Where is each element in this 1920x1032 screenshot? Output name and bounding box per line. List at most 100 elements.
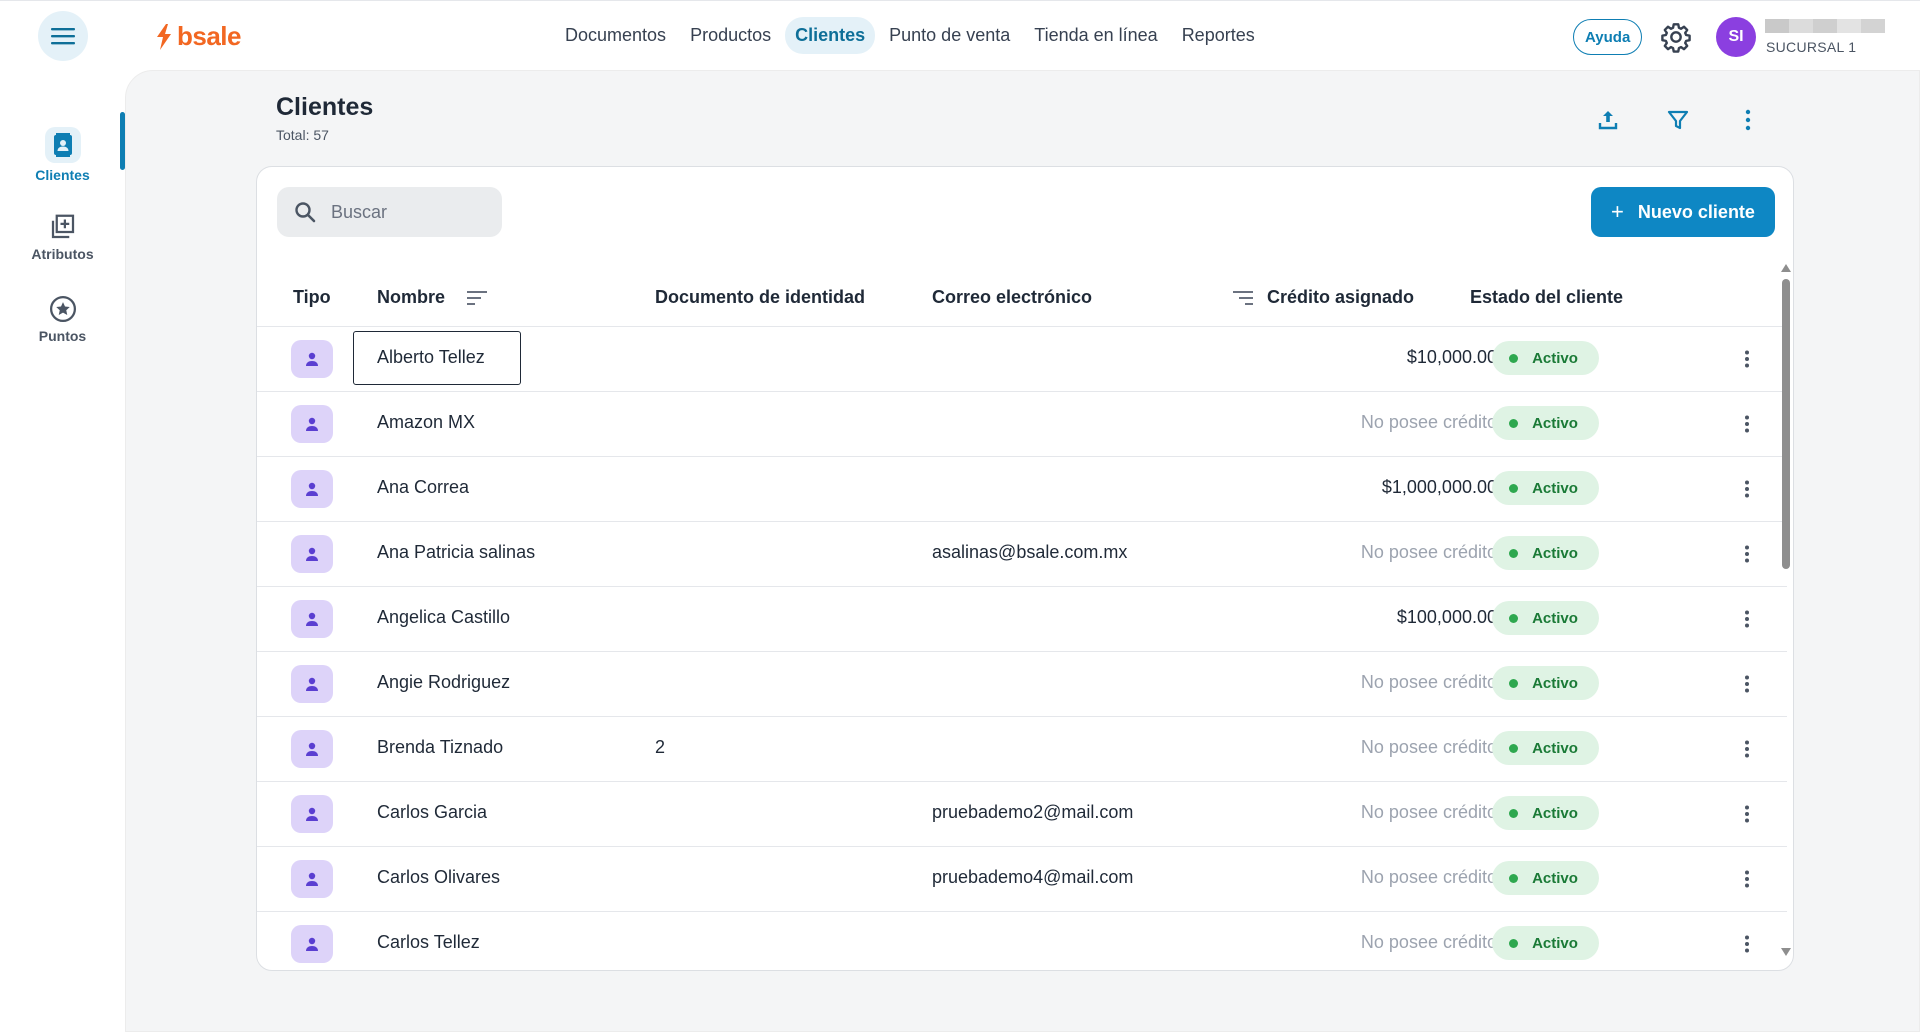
status-text: Activo xyxy=(1532,609,1578,627)
row-menu-button[interactable] xyxy=(1732,604,1762,634)
settings-button[interactable] xyxy=(1660,21,1692,53)
table-row[interactable]: Carlos Tellez No posee crédito Activo xyxy=(257,912,1787,970)
person-type-icon xyxy=(291,795,333,833)
table-row[interactable]: Ana Correa $1,000,000.00 Activo xyxy=(257,457,1787,522)
star-circle-icon xyxy=(49,296,76,322)
status-dot xyxy=(1509,613,1519,623)
status-badge: Activo xyxy=(1492,601,1599,635)
client-credit: No posee crédito xyxy=(1360,672,1497,692)
plus-icon: + xyxy=(1611,199,1624,224)
client-name[interactable]: Amazon MX xyxy=(377,412,475,433)
person-type-icon xyxy=(291,730,333,768)
person-type-icon xyxy=(291,535,333,573)
nav-reportes[interactable]: Reportes xyxy=(1172,17,1265,54)
sort-icon[interactable] xyxy=(465,289,489,307)
col-nombre[interactable]: Nombre xyxy=(377,287,445,308)
scroll-down-icon[interactable] xyxy=(1780,947,1792,957)
sidebar-item-puntos[interactable]: Puntos xyxy=(0,274,125,364)
table-row[interactable]: Carlos Olivares pruebademo4@mail.com No po… xyxy=(257,847,1787,912)
table-row[interactable]: Brenda Tiznado 2 No posee crédito Activo xyxy=(257,717,1787,782)
kebab-menu-icon xyxy=(1745,935,1749,953)
nav-documentos[interactable]: Documentos xyxy=(555,17,676,54)
client-name[interactable]: Ana Patricia salinas xyxy=(377,542,535,563)
table-row[interactable]: Angelica Castillo $100,000.00 Activo xyxy=(257,587,1787,652)
status-badge: Activo xyxy=(1492,666,1599,700)
client-name[interactable]: Brenda Tiznado xyxy=(377,737,503,758)
client-name[interactable]: Carlos Olivares xyxy=(377,867,500,888)
client-name[interactable]: Ana Correa xyxy=(377,477,469,498)
status-text: Activo xyxy=(1532,674,1578,692)
branch-label[interactable]: SUCURSAL 1 xyxy=(1766,39,1856,55)
status-badge: Activo xyxy=(1492,796,1599,830)
client-name[interactable]: Angelica Castillo xyxy=(377,607,510,628)
row-menu-button[interactable] xyxy=(1732,344,1762,374)
client-email: pruebademo4@mail.com xyxy=(932,867,1134,887)
row-menu-button[interactable] xyxy=(1732,474,1762,504)
page-total: Total: 57 xyxy=(276,127,329,143)
row-menu-button[interactable] xyxy=(1732,669,1762,699)
person-type-icon xyxy=(291,860,333,898)
kebab-menu-icon xyxy=(1745,740,1749,758)
sidebar-item-atributos[interactable]: Atributos xyxy=(0,192,125,282)
nav-punto-de-venta[interactable]: Punto de venta xyxy=(879,17,1020,54)
kebab-menu-icon xyxy=(1745,545,1749,563)
bolt-logo-icon xyxy=(157,23,171,50)
row-menu-button[interactable] xyxy=(1732,539,1762,569)
kebab-menu-icon xyxy=(1745,109,1751,131)
row-menu-button[interactable] xyxy=(1732,929,1762,959)
status-dot xyxy=(1509,678,1519,688)
nav-tienda-en-linea[interactable]: Tienda en línea xyxy=(1024,17,1167,54)
row-menu-button[interactable] xyxy=(1732,734,1762,764)
status-text: Activo xyxy=(1532,739,1578,757)
search-input[interactable]: Buscar xyxy=(277,187,502,237)
export-button[interactable] xyxy=(1591,103,1625,137)
table-row[interactable]: Amazon MX No posee crédito Activo xyxy=(257,392,1787,457)
search-placeholder: Buscar xyxy=(331,201,388,222)
client-credit: $100,000.00 xyxy=(1396,607,1497,627)
more-options-button[interactable] xyxy=(1731,103,1765,137)
table-row[interactable]: Ana Patricia salinas asalinas@bsale.com.m… xyxy=(257,522,1787,587)
status-text: Activo xyxy=(1532,349,1578,367)
row-menu-button[interactable] xyxy=(1732,864,1762,894)
table-row[interactable]: Carlos Garcia pruebademo2@mail.com No pose… xyxy=(257,782,1787,847)
status-dot xyxy=(1509,483,1519,493)
client-name[interactable]: Carlos Tellez xyxy=(377,932,480,953)
new-client-label: Nuevo cliente xyxy=(1637,201,1755,222)
client-credit: No posee crédito xyxy=(1360,737,1497,757)
client-name[interactable]: Angie Rodriguez xyxy=(377,672,510,693)
status-dot xyxy=(1509,808,1519,818)
client-name[interactable]: Alberto Tellez xyxy=(377,347,485,368)
user-avatar[interactable]: SI xyxy=(1716,17,1756,57)
row-menu-button[interactable] xyxy=(1732,799,1762,829)
scrollbar-thumb[interactable] xyxy=(1782,279,1790,569)
scroll-up-icon[interactable] xyxy=(1780,263,1792,273)
kebab-menu-icon xyxy=(1745,480,1749,498)
bsale-logo[interactable]: bsale xyxy=(155,21,242,52)
filter-button[interactable] xyxy=(1661,103,1695,137)
new-client-button[interactable]: + Nuevo cliente xyxy=(1591,187,1775,237)
person-type-icon xyxy=(291,470,333,508)
sidebar-item-label: Puntos xyxy=(38,328,87,344)
kebab-menu-icon xyxy=(1745,415,1749,433)
client-name[interactable]: Carlos Garcia xyxy=(377,802,487,823)
menu-button[interactable] xyxy=(38,11,88,61)
help-button[interactable]: Ayuda xyxy=(1573,19,1643,55)
sidebar-item-clientes[interactable]: Clientes xyxy=(0,110,125,200)
scrollbar[interactable] xyxy=(1780,263,1792,957)
sort-icon[interactable] xyxy=(1231,289,1255,307)
table-row[interactable]: Angie Rodriguez No posee crédito Activo xyxy=(257,652,1787,717)
nav-productos[interactable]: Productos xyxy=(680,17,781,54)
row-menu-button[interactable] xyxy=(1732,409,1762,439)
col-tipo: Tipo xyxy=(293,287,331,307)
upload-icon xyxy=(1598,111,1618,130)
person-type-icon xyxy=(291,405,333,443)
main-nav: Documentos Productos Clientes Punto de v… xyxy=(555,17,1265,54)
table-row[interactable]: Alberto Tellez $10,000.00 Activo xyxy=(257,327,1787,392)
status-badge: Activo xyxy=(1492,861,1599,895)
client-document: 2 xyxy=(655,737,666,757)
search-icon xyxy=(295,202,316,223)
person-type-icon xyxy=(291,600,333,638)
nav-clientes[interactable]: Clientes xyxy=(785,17,876,54)
status-badge: Activo xyxy=(1492,471,1599,505)
status-dot xyxy=(1509,548,1519,558)
